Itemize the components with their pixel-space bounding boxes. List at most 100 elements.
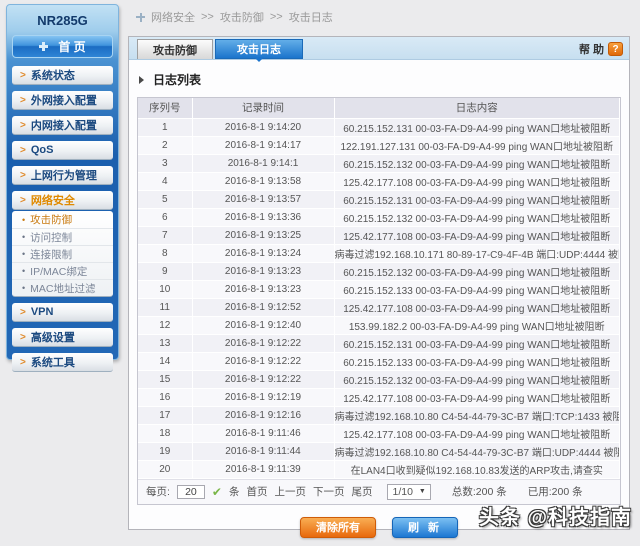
cell-time: 2016-8-1 9:12:22 bbox=[192, 352, 334, 370]
submenu-item-attack-defense[interactable]: • 攻击防御 bbox=[12, 211, 113, 228]
cell-time: 2016-8-1 9:11:39 bbox=[192, 460, 334, 478]
sidebar-item-label: 内网接入配置 bbox=[31, 117, 97, 133]
chevron-right-icon: > bbox=[20, 307, 26, 318]
cell-serial: 6 bbox=[138, 208, 192, 226]
total-count-label: 总数:200 条 bbox=[452, 484, 507, 499]
last-page-link[interactable]: 尾页 bbox=[351, 484, 372, 499]
cell-time: 2016-8-1 9:13:25 bbox=[192, 226, 334, 244]
sidebar-item-vpn[interactable]: > VPN bbox=[12, 303, 113, 322]
tab-label: 攻击日志 bbox=[237, 41, 281, 57]
cell-time: 2016-8-1 9:12:40 bbox=[192, 316, 334, 334]
bullet-icon: • bbox=[22, 283, 25, 293]
cell-time: 2016-8-1 9:13:36 bbox=[192, 208, 334, 226]
cell-serial: 12 bbox=[138, 316, 192, 334]
cell-time: 2016-8-1 9:11:44 bbox=[192, 442, 334, 460]
sidebar-item-system-status[interactable]: > 系统状态 bbox=[12, 66, 113, 85]
table-row: 102016-8-1 9:13:2360.215.152.133 00-03-F… bbox=[138, 280, 620, 298]
cell-time: 2016-8-1 9:14:20 bbox=[192, 118, 334, 136]
cell-content: 60.215.152.133 00-03-FA-D9-A4-99 ping WA… bbox=[334, 352, 620, 370]
cell-content: 125.42.177.108 00-03-FA-D9-A4-99 ping WA… bbox=[334, 298, 620, 316]
cell-content: 125.42.177.108 00-03-FA-D9-A4-99 ping WA… bbox=[334, 226, 620, 244]
cell-content: 60.215.152.132 00-03-FA-D9-A4-99 ping WA… bbox=[334, 370, 620, 388]
plus-icon bbox=[39, 42, 48, 51]
sidebar-item-wan-config[interactable]: > 外网接入配置 bbox=[12, 91, 113, 110]
per-page-input[interactable] bbox=[177, 485, 205, 499]
cell-time: 2016-8-1 9:12:52 bbox=[192, 298, 334, 316]
submenu-item-ip-mac-binding[interactable]: • IP/MAC绑定 bbox=[12, 262, 113, 279]
cell-serial: 8 bbox=[138, 244, 192, 262]
sidebar-item-label: 高级设置 bbox=[31, 329, 75, 345]
page-select-dropdown[interactable]: 1/10 ▼ bbox=[387, 484, 430, 500]
cell-serial: 13 bbox=[138, 334, 192, 352]
cell-content: 在LAN4口收到疑似192.168.10.83发送的ARP攻击,请查实 bbox=[334, 460, 620, 478]
cell-content: 60.215.152.132 00-03-FA-D9-A4-99 ping WA… bbox=[334, 154, 620, 172]
table-row: 122016-8-1 9:12:40153.99.182.2 00-03-FA-… bbox=[138, 316, 620, 334]
cell-time: 2016-8-1 9:13:24 bbox=[192, 244, 334, 262]
table-row: 32016-8-1 9:14:160.215.152.132 00-03-FA-… bbox=[138, 154, 620, 172]
clear-all-button[interactable]: 清除所有 bbox=[300, 517, 376, 538]
sidebar-item-home[interactable]: 首 页 bbox=[12, 35, 113, 58]
cell-time: 2016-8-1 9:12:19 bbox=[192, 388, 334, 406]
chevron-right-icon: > bbox=[20, 95, 26, 106]
cell-serial: 2 bbox=[138, 136, 192, 154]
chevron-right-icon: > bbox=[20, 195, 26, 206]
cell-serial: 5 bbox=[138, 190, 192, 208]
chevron-right-icon: > bbox=[20, 70, 26, 81]
cell-time: 2016-8-1 9:14:17 bbox=[192, 136, 334, 154]
cell-serial: 19 bbox=[138, 442, 192, 460]
cell-content: 60.215.152.132 00-03-FA-D9-A4-99 ping WA… bbox=[334, 262, 620, 280]
watermark: 头条 @科技指南 bbox=[479, 501, 632, 530]
tab-strip: 攻击防御 攻击日志 帮 助 ? bbox=[129, 37, 629, 60]
cell-content: 153.99.182.2 00-03-FA-D9-A4-99 ping WAN口… bbox=[334, 316, 620, 334]
table-row: 52016-8-1 9:13:5760.215.152.131 00-03-FA… bbox=[138, 190, 620, 208]
cell-serial: 11 bbox=[138, 298, 192, 316]
table-row: 112016-8-1 9:12:52125.42.177.108 00-03-F… bbox=[138, 298, 620, 316]
column-header-serial: 序列号 bbox=[138, 98, 192, 118]
sidebar-item-behavior-mgmt[interactable]: > 上网行为管理 bbox=[12, 166, 113, 185]
sidebar: NR285G 首 页 > 系统状态 > 外网接入配置 > 内网接入配置 > Qo… bbox=[6, 4, 119, 360]
refresh-button[interactable]: 刷 新 bbox=[392, 517, 458, 538]
question-mark-icon[interactable]: ? bbox=[608, 42, 623, 56]
cell-content: 病毒过滤192.168.10.171 80-89-17-C9-4F-4B 端口:… bbox=[334, 244, 620, 262]
apply-check-icon[interactable]: ✔ bbox=[212, 485, 222, 499]
log-table: 序列号 记录时间 日志内容 12016-8-1 9:14:2060.215.15… bbox=[138, 98, 620, 479]
first-page-link[interactable]: 首页 bbox=[246, 484, 267, 499]
breadcrumb-separator: >> bbox=[270, 11, 283, 23]
submenu-item-connection-limit[interactable]: • 连接限制 bbox=[12, 245, 113, 262]
cell-time: 2016-8-1 9:12:22 bbox=[192, 370, 334, 388]
sidebar-item-qos[interactable]: > QoS bbox=[12, 141, 113, 160]
network-security-submenu: • 攻击防御 • 访问控制 • 连接限制 • IP/MAC绑定 • MAC地址过… bbox=[12, 211, 113, 297]
sidebar-item-system-tools[interactable]: > 系统工具 bbox=[12, 353, 113, 372]
breadcrumb: 网络安全 >> 攻击防御 >> 攻击日志 bbox=[136, 9, 333, 25]
cell-content: 60.215.152.131 00-03-FA-D9-A4-99 ping WA… bbox=[334, 190, 620, 208]
cell-serial: 3 bbox=[138, 154, 192, 172]
column-header-content: 日志内容 bbox=[334, 98, 620, 118]
table-row: 162016-8-1 9:12:19125.42.177.108 00-03-F… bbox=[138, 388, 620, 406]
cell-content: 病毒过滤192.168.10.80 C4-54-44-79-3C-B7 端口:U… bbox=[334, 442, 620, 460]
table-header-row: 序列号 记录时间 日志内容 bbox=[138, 98, 620, 118]
panel-body: 日志列表 序列号 记录时间 日志内容 12016-8-1 9:14:2060.2… bbox=[129, 60, 629, 546]
table-row: 192016-8-1 9:11:44病毒过滤192.168.10.80 C4-5… bbox=[138, 442, 620, 460]
table-row: 182016-8-1 9:11:46125.42.177.108 00-03-F… bbox=[138, 424, 620, 442]
table-row: 172016-8-1 9:12:16病毒过滤192.168.10.80 C4-5… bbox=[138, 406, 620, 424]
sidebar-item-label: 上网行为管理 bbox=[31, 167, 97, 183]
submenu-item-label: IP/MAC绑定 bbox=[30, 264, 87, 279]
table-row: 12016-8-1 9:14:2060.215.152.131 00-03-FA… bbox=[138, 118, 620, 136]
tab-attack-defense[interactable]: 攻击防御 bbox=[137, 39, 213, 59]
cell-serial: 4 bbox=[138, 172, 192, 190]
submenu-item-access-control[interactable]: • 访问控制 bbox=[12, 228, 113, 245]
chevron-right-icon: > bbox=[20, 357, 26, 368]
prev-page-link[interactable]: 上一页 bbox=[274, 484, 306, 499]
column-header-time: 记录时间 bbox=[192, 98, 334, 118]
sidebar-item-lan-config[interactable]: > 内网接入配置 bbox=[12, 116, 113, 135]
sidebar-item-advanced-settings[interactable]: > 高级设置 bbox=[12, 328, 113, 347]
next-page-link[interactable]: 下一页 bbox=[313, 484, 345, 499]
cell-time: 2016-8-1 9:13:23 bbox=[192, 280, 334, 298]
sidebar-item-network-security[interactable]: > 网络安全 bbox=[12, 191, 113, 210]
tab-attack-log[interactable]: 攻击日志 bbox=[215, 39, 303, 59]
help-link[interactable]: 帮 助 bbox=[579, 41, 604, 57]
table-row: 22016-8-1 9:14:17122.191.127.131 00-03-F… bbox=[138, 136, 620, 154]
sidebar-item-label: VPN bbox=[31, 306, 54, 318]
submenu-item-mac-filter[interactable]: • MAC地址过滤 bbox=[12, 279, 113, 296]
cell-serial: 18 bbox=[138, 424, 192, 442]
